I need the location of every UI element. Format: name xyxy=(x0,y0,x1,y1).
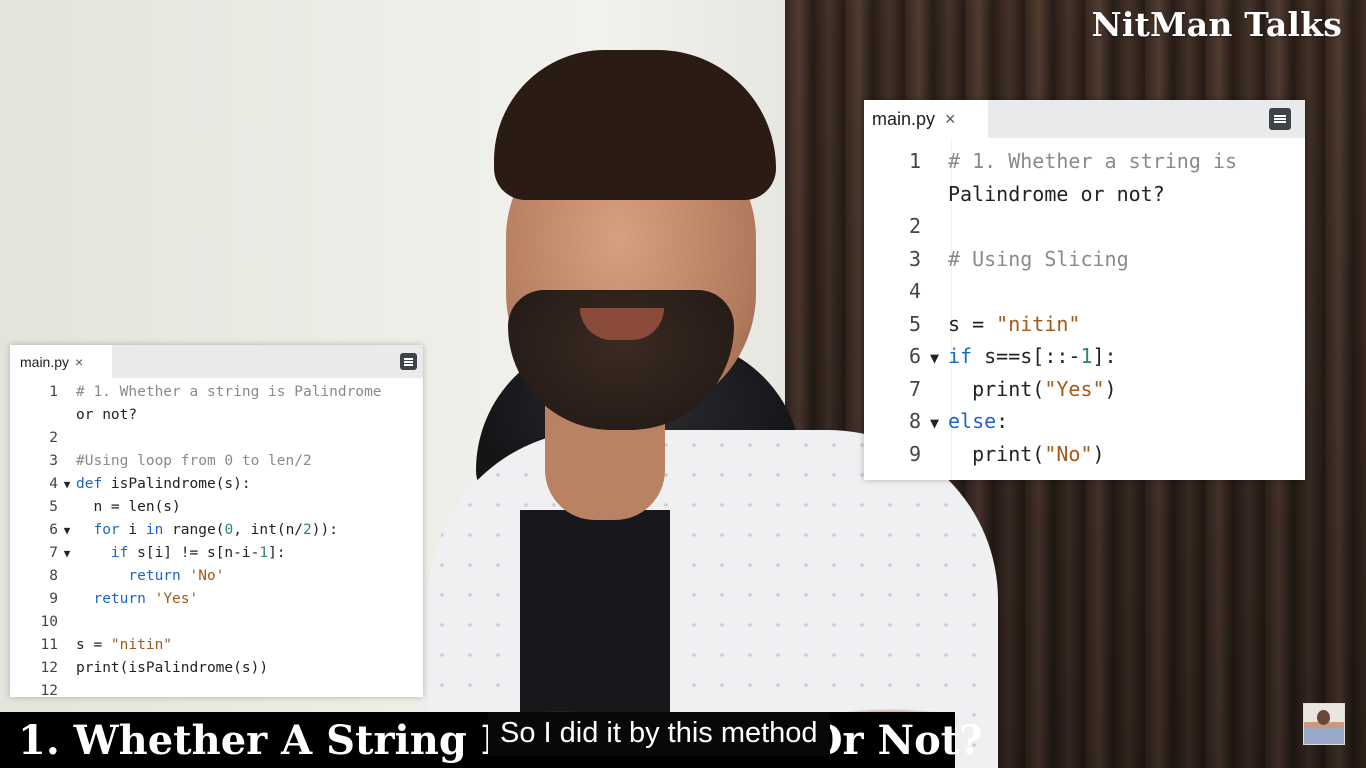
code-line: 11 s = "nitin" xyxy=(10,637,423,660)
code-text[interactable]: else: xyxy=(948,409,1008,433)
code-text[interactable]: for i in range(0, int(n/2)): xyxy=(76,522,338,538)
editor-tab-label: main.py xyxy=(872,108,936,129)
code-line: 2 xyxy=(10,430,423,453)
line-number: 6 xyxy=(49,522,58,538)
code-line: 4 ▼ def isPalindrome(s): xyxy=(10,476,423,499)
code-line: 1 # 1. Whether a string is Palindrome xyxy=(10,384,423,407)
menu-icon[interactable] xyxy=(1269,108,1291,130)
code-line: 4 xyxy=(864,279,1305,311)
fold-arrow-icon[interactable]: ▼ xyxy=(921,414,948,432)
code-line: 3 #Using loop from 0 to len/2 xyxy=(10,453,423,476)
editor-tab-label: main.py xyxy=(20,353,70,370)
code-text[interactable]: Palindrome or not? xyxy=(948,182,1165,206)
code-line: Palindrome or not? xyxy=(864,182,1305,214)
fold-arrow-icon[interactable]: ▼ xyxy=(58,478,76,491)
code-text[interactable]: n = len(s) xyxy=(76,499,180,515)
code-text[interactable]: or not? xyxy=(76,407,137,423)
editor-tab[interactable]: main.py × xyxy=(864,100,988,138)
code-text[interactable]: # Using Slicing xyxy=(948,247,1129,271)
code-editor-slicing: main.py × 1 # 1. Whether a string is Palin… xyxy=(864,100,1305,480)
menu-icon[interactable] xyxy=(400,353,417,370)
code-line: 12 print(isPalindrome(s)) xyxy=(10,660,423,683)
line-number: 9 xyxy=(49,591,58,607)
editor-tab[interactable]: main.py × xyxy=(10,345,112,378)
channel-watermark-thumbnail[interactable] xyxy=(1303,703,1345,745)
fold-arrow-icon[interactable]: ▼ xyxy=(58,524,76,537)
code-line: 2 xyxy=(864,214,1305,246)
close-icon[interactable]: × xyxy=(75,354,83,370)
code-line: 3 # Using Slicing xyxy=(864,247,1305,279)
line-number: 10 xyxy=(40,614,58,630)
code-line: 9 return 'Yes' xyxy=(10,591,423,614)
code-line: 1 # 1. Whether a string is xyxy=(864,149,1305,181)
line-number: 5 xyxy=(49,499,58,515)
line-number: 2 xyxy=(908,214,921,238)
code-line: 10 xyxy=(10,614,423,637)
code-text[interactable]: # 1. Whether a string is xyxy=(948,149,1237,173)
code-line: or not? xyxy=(10,407,423,430)
code-editor-loop: main.py × 1 # 1. Whether a string is Pali… xyxy=(10,345,423,697)
code-text[interactable]: def isPalindrome(s): xyxy=(76,476,251,492)
line-number: 3 xyxy=(49,453,58,469)
line-number: 8 xyxy=(908,409,921,433)
code-text[interactable]: return 'No' xyxy=(76,568,224,584)
code-text[interactable]: if s==s[::-1]: xyxy=(948,344,1117,368)
code-line: 5 s = "nitin" xyxy=(864,312,1305,344)
code-line: 7 print("Yes") xyxy=(864,377,1305,409)
code-text[interactable]: print("No") xyxy=(948,442,1104,466)
code-text[interactable]: print(isPalindrome(s)) xyxy=(76,660,268,676)
line-number: 12 xyxy=(40,660,58,676)
channel-brand: NitMan Talks xyxy=(1091,5,1342,44)
code-line: 7 ▼ if s[i] != s[n-i-1]: xyxy=(10,545,423,568)
line-number: 11 xyxy=(40,637,58,653)
code-text[interactable]: s = "nitin" xyxy=(76,637,172,653)
editor-tab-bar: main.py × xyxy=(864,100,1305,138)
code-line: 9 print("No") xyxy=(864,442,1305,474)
code-line: 8 return 'No' xyxy=(10,568,423,591)
code-line: 5 n = len(s) xyxy=(10,499,423,522)
line-number: 4 xyxy=(908,279,921,303)
close-icon[interactable]: × xyxy=(945,109,956,130)
code-text[interactable]: if s[i] != s[n-i-1]: xyxy=(76,545,286,561)
line-number: 6 xyxy=(908,344,921,368)
code-text[interactable]: #Using loop from 0 to len/2 xyxy=(76,453,312,469)
code-line: 12 xyxy=(10,683,423,697)
caption: So I did it by this method xyxy=(488,712,830,756)
line-number: 5 xyxy=(908,311,921,336)
line-number: 1 xyxy=(49,384,58,400)
code-text[interactable]: # 1. Whether a string is Palindrome xyxy=(76,384,382,400)
code-line: 8 ▼ else: xyxy=(864,409,1305,441)
line-number: 7 xyxy=(49,545,58,561)
line-number: 7 xyxy=(908,376,921,401)
line-number: 1 xyxy=(908,149,921,173)
code-text[interactable]: return 'Yes' xyxy=(76,591,198,607)
line-number: 8 xyxy=(49,568,58,584)
line-number: 9 xyxy=(908,441,921,466)
line-number: 2 xyxy=(49,430,58,446)
code-text[interactable]: print("Yes") xyxy=(948,377,1117,401)
code-line: 6 ▼ for i in range(0, int(n/2)): xyxy=(10,522,423,545)
line-number: 3 xyxy=(908,246,921,271)
code-text[interactable]: s = "nitin" xyxy=(948,312,1080,336)
fold-arrow-icon[interactable]: ▼ xyxy=(921,349,948,367)
editor-tab-bar: main.py × xyxy=(10,345,423,378)
code-line: 6 ▼ if s==s[::-1]: xyxy=(864,344,1305,376)
line-number: 12 xyxy=(40,683,58,697)
line-number: 4 xyxy=(49,476,58,492)
fold-arrow-icon[interactable]: ▼ xyxy=(58,547,76,560)
